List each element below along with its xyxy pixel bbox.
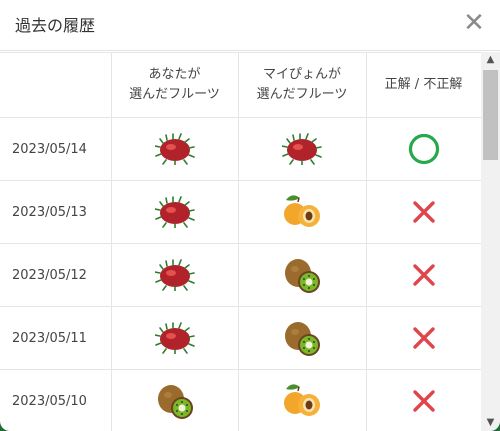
table-row: 2023/05/10 <box>0 369 481 431</box>
incorrect-cross-icon <box>412 390 435 412</box>
mypyon-fruit-cell <box>237 306 367 370</box>
modal-title: 過去の履歴 <box>15 16 96 35</box>
correct-circle-icon <box>408 133 439 165</box>
table-row: 2023/05/14 <box>0 117 481 181</box>
your-fruit-cell <box>110 180 239 244</box>
incorrect-cross-icon <box>412 264 435 286</box>
modal-header: 過去の履歴 ✕ <box>0 0 500 51</box>
your-fruit-column-header: あなたが 選んだフルーツ <box>110 52 239 118</box>
close-icon[interactable]: ✕ <box>462 10 486 36</box>
kiwi-icon <box>285 259 320 293</box>
your-fruit-header-line2: 選んだフルーツ <box>129 87 220 102</box>
your-fruit-header-line1: あなたが <box>148 67 201 82</box>
loquat-icon <box>284 195 320 227</box>
incorrect-cross-icon <box>412 201 435 223</box>
rambutan-icon <box>154 322 195 354</box>
vertical-scrollbar[interactable]: ▲ ▼ <box>481 52 500 431</box>
date-cell: 2023/05/12 <box>0 243 112 307</box>
result-cell <box>365 117 481 181</box>
history-table: あなたが 選んだフルーツ マイぴょんが 選んだフルーツ 正解 / 不正解 202… <box>0 52 481 431</box>
mypyon-fruit-header-line2: 選んだフルーツ <box>256 87 348 102</box>
result-cell <box>365 306 481 370</box>
date-cell: 2023/05/11 <box>0 306 112 370</box>
rambutan-icon <box>282 133 322 165</box>
table-row: 2023/05/13 <box>0 180 481 244</box>
mypyon-fruit-cell <box>237 369 367 431</box>
mypyon-fruit-cell <box>237 180 367 244</box>
scrollbar-thumb[interactable] <box>483 70 498 160</box>
rambutan-icon <box>154 196 195 228</box>
mypyon-fruit-cell <box>237 243 367 307</box>
mypyon-fruit-header-line1: マイぴょんが <box>262 67 341 82</box>
your-fruit-cell <box>110 369 239 431</box>
scroll-down-arrow-icon[interactable]: ▼ <box>481 415 500 431</box>
loquat-icon <box>284 384 320 416</box>
kiwi-icon <box>285 322 320 356</box>
rambutan-icon <box>154 133 195 165</box>
kiwi-icon <box>157 385 193 419</box>
table-row: 2023/05/11 <box>0 306 481 370</box>
result-cell <box>365 180 481 244</box>
your-fruit-cell <box>110 117 239 181</box>
incorrect-cross-icon <box>412 327 435 349</box>
your-fruit-cell <box>110 243 239 307</box>
mypyon-fruit-column-header: マイぴょんが 選んだフルーツ <box>237 52 367 118</box>
history-modal: 過去の履歴 ✕ あなたが 選んだフルーツ マイぴょんが 選んだフルーツ 正解 /… <box>0 0 500 431</box>
table-row: 2023/05/12 <box>0 243 481 307</box>
mypyon-fruit-cell <box>237 117 367 181</box>
date-cell: 2023/05/13 <box>0 180 112 244</box>
result-column-header: 正解 / 不正解 <box>365 52 481 118</box>
scroll-up-arrow-icon[interactable]: ▲ <box>481 52 500 68</box>
date-cell: 2023/05/10 <box>0 369 112 431</box>
date-cell: 2023/05/14 <box>0 117 112 181</box>
result-cell <box>365 243 481 307</box>
your-fruit-cell <box>110 306 239 370</box>
table-header-row: あなたが 選んだフルーツ マイぴょんが 選んだフルーツ 正解 / 不正解 <box>0 52 481 118</box>
date-column-header <box>0 52 112 118</box>
result-cell <box>365 369 481 431</box>
history-table-container: あなたが 選んだフルーツ マイぴょんが 選んだフルーツ 正解 / 不正解 202… <box>0 52 481 431</box>
rambutan-icon <box>154 259 195 291</box>
